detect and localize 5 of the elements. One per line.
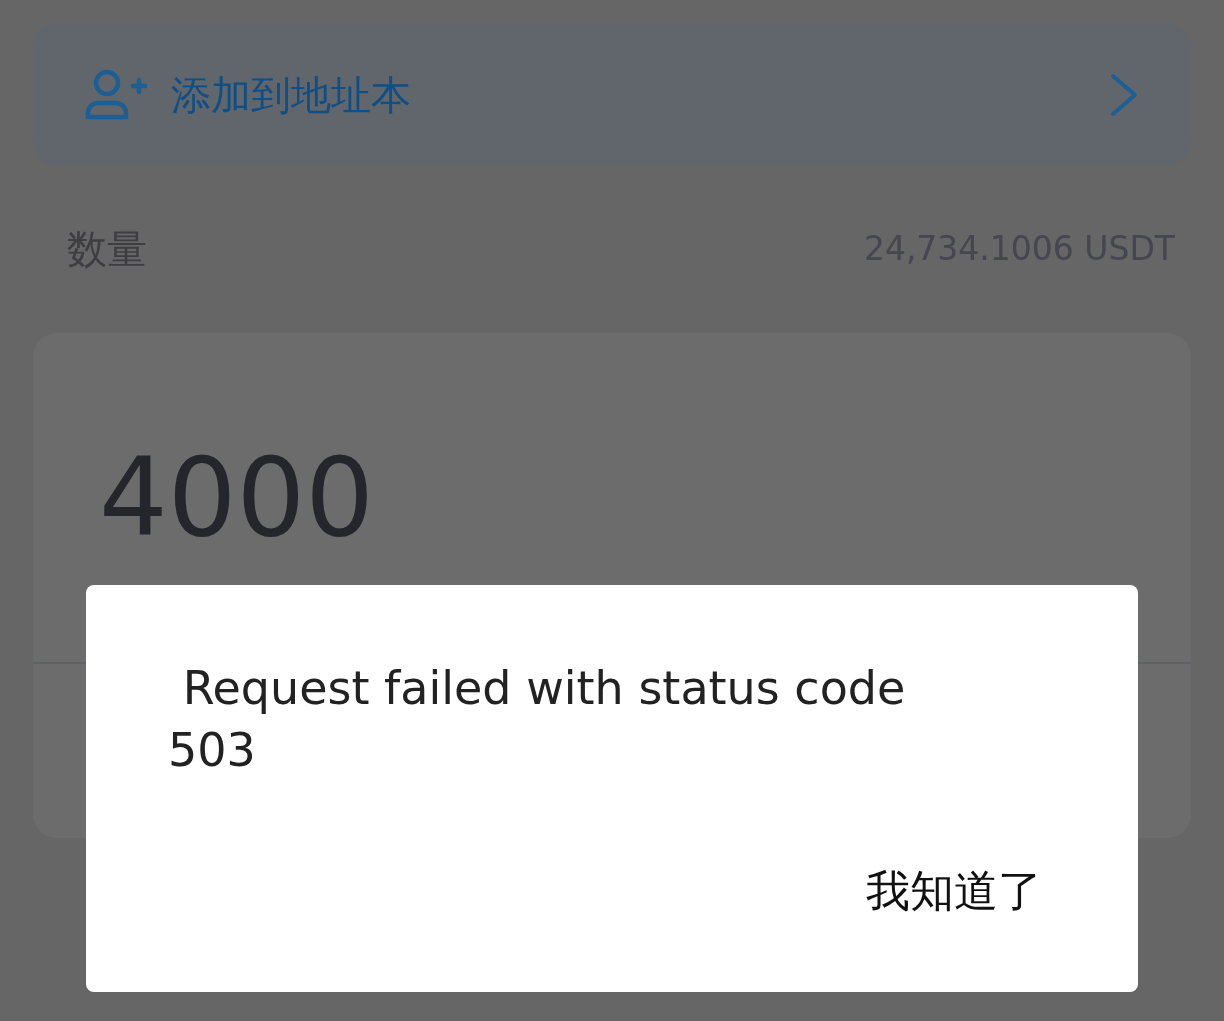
add-to-address-book-label: 添加到地址本 <box>171 70 411 120</box>
add-contact-icon <box>85 68 147 121</box>
chevron-right-icon <box>1109 72 1139 117</box>
error-message: Request failed with status code 503 <box>168 660 907 779</box>
amount-input-field[interactable]: 4000 <box>99 443 374 552</box>
